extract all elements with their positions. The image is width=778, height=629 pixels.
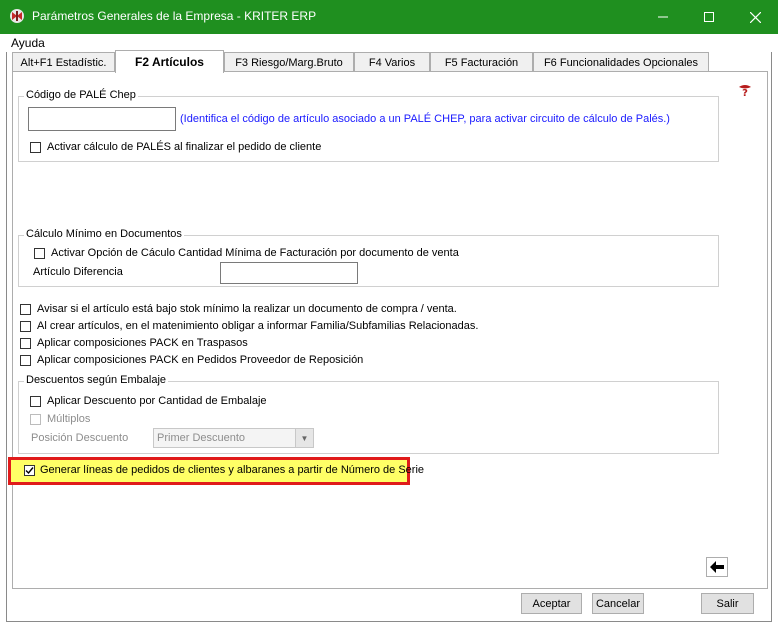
posicion-descuento-label: Posición Descuento [31, 432, 129, 444]
articulo-diferencia-input[interactable] [220, 262, 358, 284]
aceptar-button[interactable]: Aceptar [521, 593, 582, 614]
close-button[interactable] [732, 0, 778, 34]
multiplos-checkbox[interactable] [30, 414, 41, 425]
serie-checkbox[interactable] [24, 465, 35, 476]
posicion-descuento-value: Primer Descuento [157, 432, 246, 444]
cancelar-label: Cancelar [595, 597, 641, 610]
help-icon[interactable]: ? [737, 81, 753, 97]
pack-pedidos-label: Aplicar composiciones PACK en Pedidos Pr… [37, 354, 364, 366]
kriter-logo-icon [10, 9, 24, 23]
pale-legend: Código de PALÉ Chep [24, 89, 138, 101]
maximize-icon [704, 12, 714, 22]
title-bar[interactable]: Parámetros Generales de la Empresa - KRI… [0, 0, 778, 34]
minimo-group [18, 235, 719, 287]
tab-articulos[interactable]: F2 Artículos [115, 50, 224, 73]
tab-riesgo[interactable]: F3 Riesgo/Marg.Bruto [224, 52, 354, 72]
pack-traspasos-checkbox[interactable] [20, 338, 31, 349]
familia-required-label: Al crear artículos, en el matenimiento o… [37, 320, 479, 332]
cancelar-button[interactable]: Cancelar [592, 593, 644, 614]
serie-label: Generar líneas de pedidos de clientes y … [40, 464, 425, 476]
svg-text:?: ? [742, 88, 748, 97]
back-button[interactable] [706, 557, 728, 577]
tab-varios[interactable]: F4 Varios [354, 52, 430, 72]
minimize-icon [658, 16, 668, 18]
window-title: Parámetros Generales de la Empresa - KRI… [32, 9, 317, 23]
maximize-button[interactable] [686, 0, 732, 34]
pale-activate-label: Activar cálculo de PALÉS al finalizar el… [47, 141, 322, 153]
descuentos-legend: Descuentos según Embalaje [24, 374, 169, 386]
posicion-descuento-select[interactable]: Primer Descuento ▼ [153, 428, 314, 448]
articulo-diferencia-label: Artículo Diferencia [33, 266, 123, 278]
descuento-embalaje-checkbox[interactable] [30, 396, 41, 407]
pale-code-input[interactable] [28, 107, 176, 131]
stock-warning-checkbox[interactable] [20, 304, 31, 315]
salir-label: Salir [716, 597, 739, 610]
tab-estadisticas[interactable]: Alt+F1 Estadístic. [12, 52, 115, 72]
descuento-embalaje-label: Aplicar Descuento por Cantidad de Embala… [47, 395, 267, 407]
minimo-option-checkbox[interactable] [34, 248, 45, 259]
stock-warning-label: Avisar si el artículo está bajo stok mín… [37, 303, 457, 315]
pack-pedidos-checkbox[interactable] [20, 355, 31, 366]
chevron-down-icon: ▼ [295, 429, 313, 447]
minimo-option-label: Activar Opción de Cáculo Cantidad Mínima… [51, 247, 459, 259]
back-arrow-icon [710, 561, 724, 573]
pack-traspasos-label: Aplicar composiciones PACK en Traspasos [37, 337, 248, 349]
familia-required-checkbox[interactable] [20, 321, 31, 332]
checkmark-icon [25, 467, 34, 475]
pale-activate-checkbox[interactable] [30, 142, 41, 153]
aceptar-label: Aceptar [532, 597, 571, 610]
tab-funcionalidades[interactable]: F6 Funcionalidades Opcionales [533, 52, 709, 72]
multiplos-label: Múltiplos [47, 413, 91, 425]
minimo-legend: Cálculo Mínimo en Documentos [24, 228, 184, 240]
pale-hint: (Identifica el código de artículo asocia… [180, 113, 670, 125]
minimize-button[interactable] [640, 0, 686, 34]
tab-facturacion[interactable]: F5 Facturación [430, 52, 533, 72]
close-icon [749, 11, 761, 23]
salir-button[interactable]: Salir [701, 593, 754, 614]
menu-ayuda[interactable]: Ayuda [11, 36, 45, 50]
